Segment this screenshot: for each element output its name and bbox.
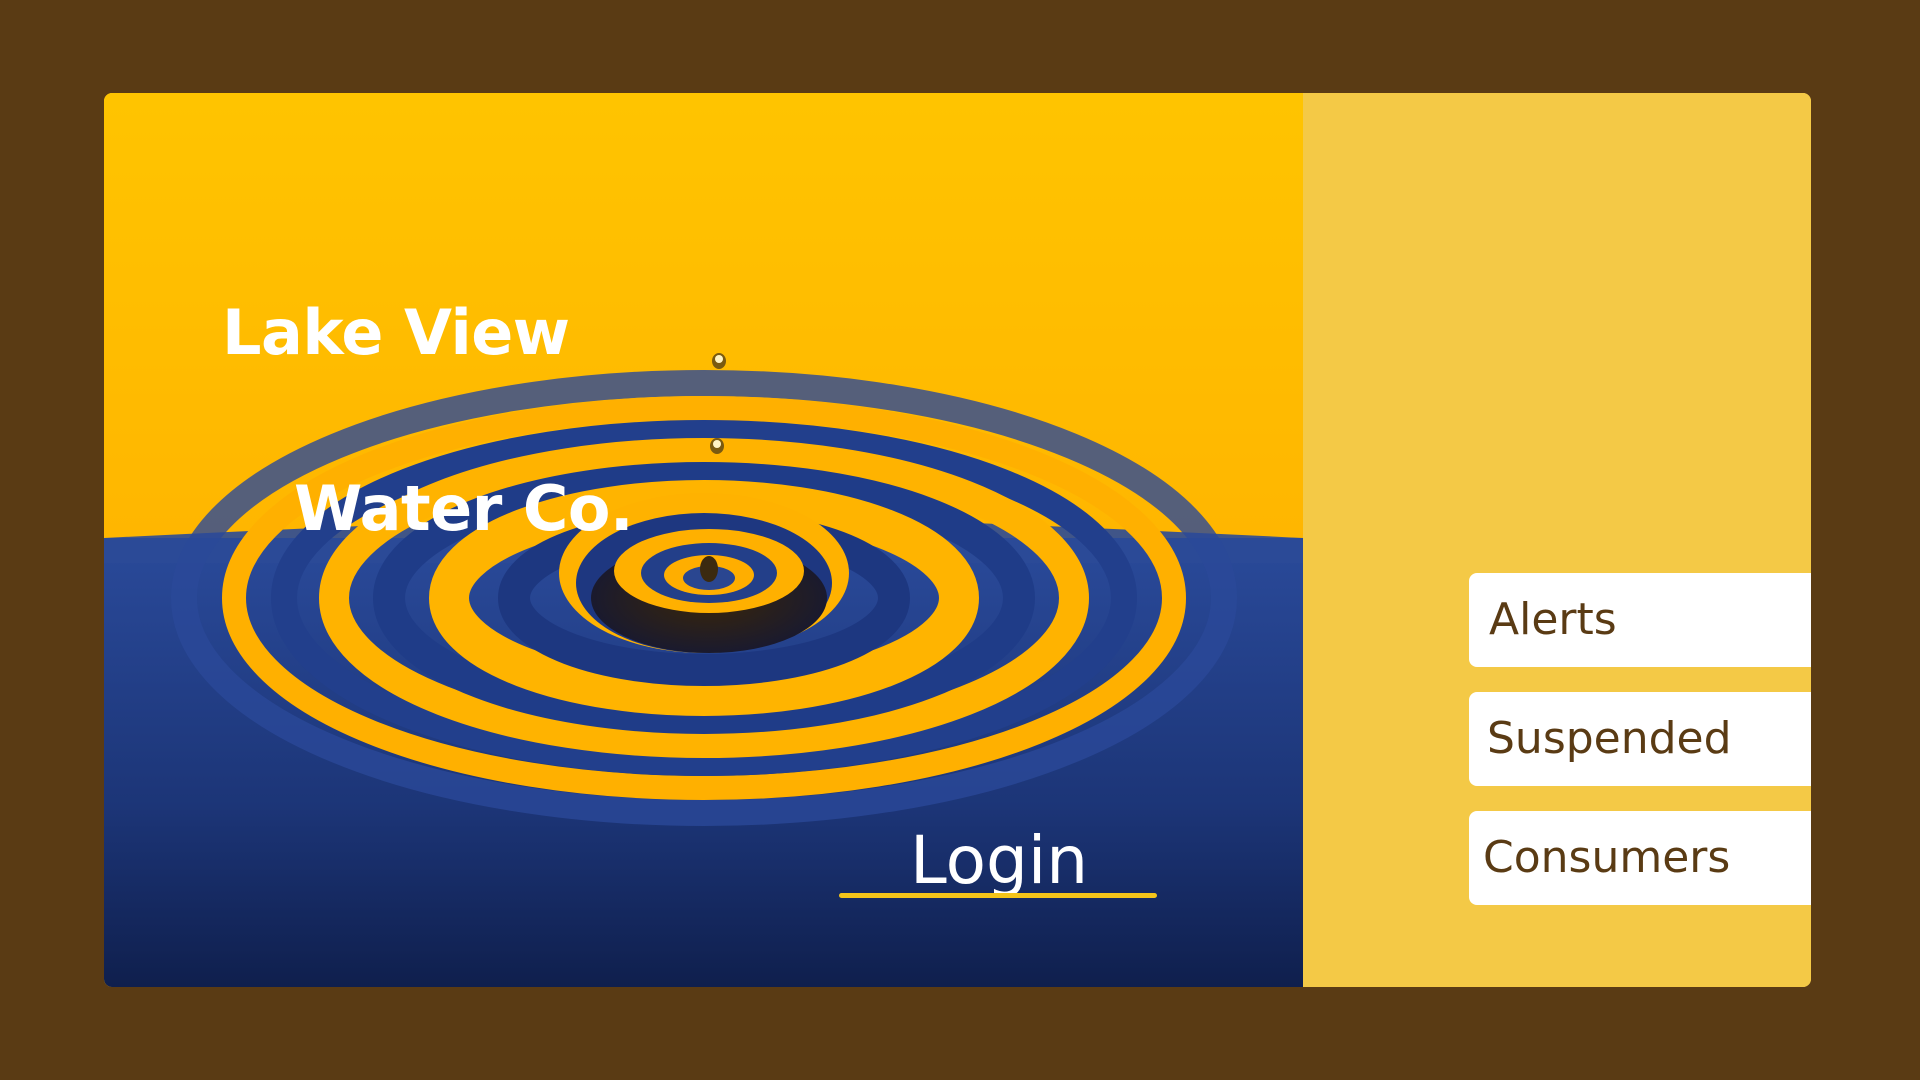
alerts-button[interactable]: Alerts bbox=[1469, 573, 1811, 667]
suspended-button[interactable]: Suspended bbox=[1469, 692, 1811, 786]
brand-title: Lake View Water Co. bbox=[222, 201, 634, 641]
side-panel: Alerts Suspended Consumers bbox=[1303, 93, 1811, 987]
login-underline bbox=[839, 893, 1157, 898]
login-link[interactable]: Login bbox=[839, 821, 1159, 901]
consumers-button[interactable]: Consumers bbox=[1469, 811, 1811, 905]
brand-title-line2: Water Co. bbox=[294, 472, 634, 545]
hero-image: Lake View Water Co. Login bbox=[104, 93, 1303, 987]
brand-title-line1: Lake View bbox=[222, 296, 570, 369]
app-frame: Lake View Water Co. Login Alerts Suspend… bbox=[104, 93, 1811, 987]
